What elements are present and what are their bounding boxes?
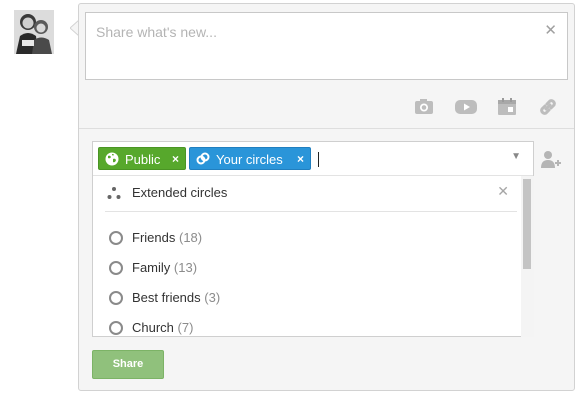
compose-textarea[interactable]: Share what's new... ✕: [85, 12, 568, 80]
circle-label: Friends (18): [132, 230, 202, 245]
divider: [105, 211, 517, 212]
scrollbar-thumb[interactable]: [523, 179, 531, 269]
add-person-icon[interactable]: [540, 149, 562, 171]
extended-circles-icon: [107, 187, 121, 199]
globe-icon: [105, 152, 119, 166]
recipients-input[interactable]: Public × Your circles × ▼: [93, 142, 533, 176]
circle-label: Church (7): [132, 320, 193, 335]
circle-name: Best friends: [132, 290, 201, 305]
media-bar: [79, 89, 574, 129]
calendar-icon[interactable]: [495, 95, 519, 119]
remove-chip-icon[interactable]: ×: [172, 148, 179, 171]
radio-button[interactable]: [109, 321, 123, 335]
close-icon[interactable]: ✕: [497, 183, 509, 200]
option-circle-family[interactable]: Family (13): [93, 255, 519, 283]
link-icon[interactable]: [536, 95, 560, 119]
circle-label: Best friends (3): [132, 290, 220, 305]
circle-count: (13): [173, 260, 198, 275]
chip-public-label: Public: [125, 152, 161, 167]
remove-chip-icon[interactable]: ×: [297, 148, 304, 171]
radio-button[interactable]: [109, 291, 123, 305]
chip-public[interactable]: Public ×: [98, 147, 186, 170]
chevron-down-icon[interactable]: ▼: [511, 151, 521, 162]
option-extended-circles[interactable]: Extended circles ✕: [93, 176, 519, 212]
share-card: Share what's new... ✕ Public × Your circ…: [78, 3, 575, 391]
circle-count: (3): [204, 290, 221, 305]
extended-circles-label: Extended circles: [132, 185, 228, 200]
radio-button[interactable]: [109, 261, 123, 275]
share-with-box: Public × Your circles × ▼ Extended circl…: [92, 141, 534, 337]
share-button[interactable]: Share: [92, 350, 164, 379]
circle-count: (18): [178, 230, 203, 245]
circle-label: Family (13): [132, 260, 197, 275]
text-caret: [318, 152, 319, 167]
compose-placeholder: Share what's new...: [96, 24, 217, 40]
avatar[interactable]: [14, 10, 54, 54]
circle-count: (7): [177, 320, 194, 335]
avatar-photo: [14, 10, 54, 54]
option-circle-friends[interactable]: Friends (18): [93, 225, 519, 253]
chip-your-circles[interactable]: Your circles ×: [189, 147, 311, 170]
option-circle-church[interactable]: Church (7): [93, 315, 519, 343]
circles-icon: [196, 152, 210, 165]
circle-name: Church: [132, 320, 174, 335]
chip-circles-label: Your circles: [216, 152, 283, 167]
camera-icon[interactable]: [412, 95, 436, 119]
radio-button[interactable]: [109, 231, 123, 245]
circle-name: Friends: [132, 230, 176, 245]
circle-name: Family: [132, 260, 171, 275]
option-circle-best-friends[interactable]: Best friends (3): [93, 285, 519, 313]
close-icon[interactable]: ✕: [544, 21, 557, 39]
video-icon[interactable]: [454, 95, 478, 119]
